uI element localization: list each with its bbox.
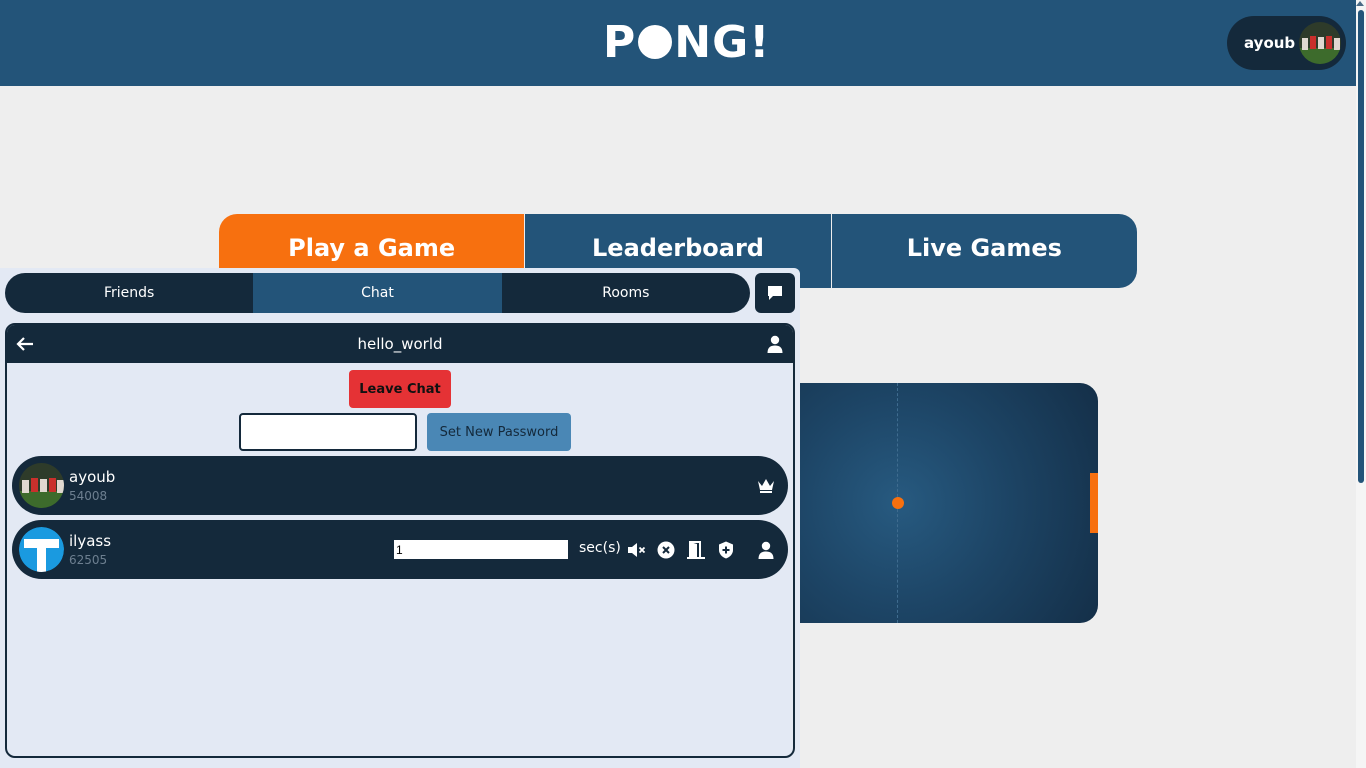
tab-friends[interactable]: Friends	[5, 273, 253, 313]
mute-icon[interactable]	[626, 540, 646, 560]
panel-tabs: Friends Chat Rooms	[5, 273, 750, 313]
chat-header: hello_world	[7, 325, 793, 363]
make-admin-shield-icon[interactable]	[716, 540, 736, 560]
profile-name: ayoub	[1244, 34, 1296, 52]
chat-room: hello_world Leave Chat Set New Password	[5, 323, 795, 758]
profile-button[interactable]: ayoub	[1227, 16, 1346, 70]
chat-panel: Friends Chat Rooms hello_world Leave Cha…	[0, 268, 800, 768]
new-password-input[interactable]	[239, 413, 417, 451]
kick-icon[interactable]	[656, 540, 676, 560]
logo-text-left: P	[603, 16, 637, 68]
right-paddle	[1090, 473, 1098, 533]
mute-duration-input[interactable]	[394, 540, 568, 559]
pong-logo[interactable]: P NG!	[603, 17, 770, 68]
members-icon[interactable]	[765, 334, 785, 354]
member-score: 62505	[69, 553, 108, 567]
member-name[interactable]: ayoub	[69, 468, 115, 486]
game-ball	[892, 497, 904, 509]
member-avatar[interactable]	[19, 527, 64, 572]
scroll-thumb[interactable]	[1358, 10, 1364, 483]
logo-text-right: NG!	[674, 16, 771, 68]
avatar	[1299, 22, 1341, 64]
logo-ball-icon	[638, 25, 673, 59]
tab-rooms[interactable]: Rooms	[502, 273, 750, 313]
mute-unit-label: sec(s)	[579, 540, 621, 556]
ban-door-icon[interactable]	[686, 540, 706, 560]
member-row: ilyass 62505 sec(s)	[12, 520, 788, 579]
member-avatar[interactable]	[19, 463, 64, 508]
leave-chat-button[interactable]: Leave Chat	[349, 370, 451, 408]
room-title: hello_world	[357, 335, 443, 353]
member-row: ayoub 54008	[12, 456, 788, 515]
profile-icon[interactable]	[756, 540, 776, 560]
tab-live-games[interactable]: Live Games	[830, 214, 1137, 288]
scrollbar[interactable]	[1356, 0, 1366, 768]
top-bar: P NG! ayoub	[0, 0, 1366, 86]
set-password-button[interactable]: Set New Password	[427, 413, 571, 451]
tab-chat[interactable]: Chat	[253, 273, 502, 313]
member-name[interactable]: ilyass	[69, 532, 111, 550]
crown-icon	[758, 479, 774, 493]
chat-toggle-button[interactable]	[755, 273, 795, 313]
chat-bubble-icon	[768, 286, 782, 300]
member-score: 54008	[69, 489, 108, 503]
scroll-up-icon[interactable]	[1356, 1, 1364, 6]
